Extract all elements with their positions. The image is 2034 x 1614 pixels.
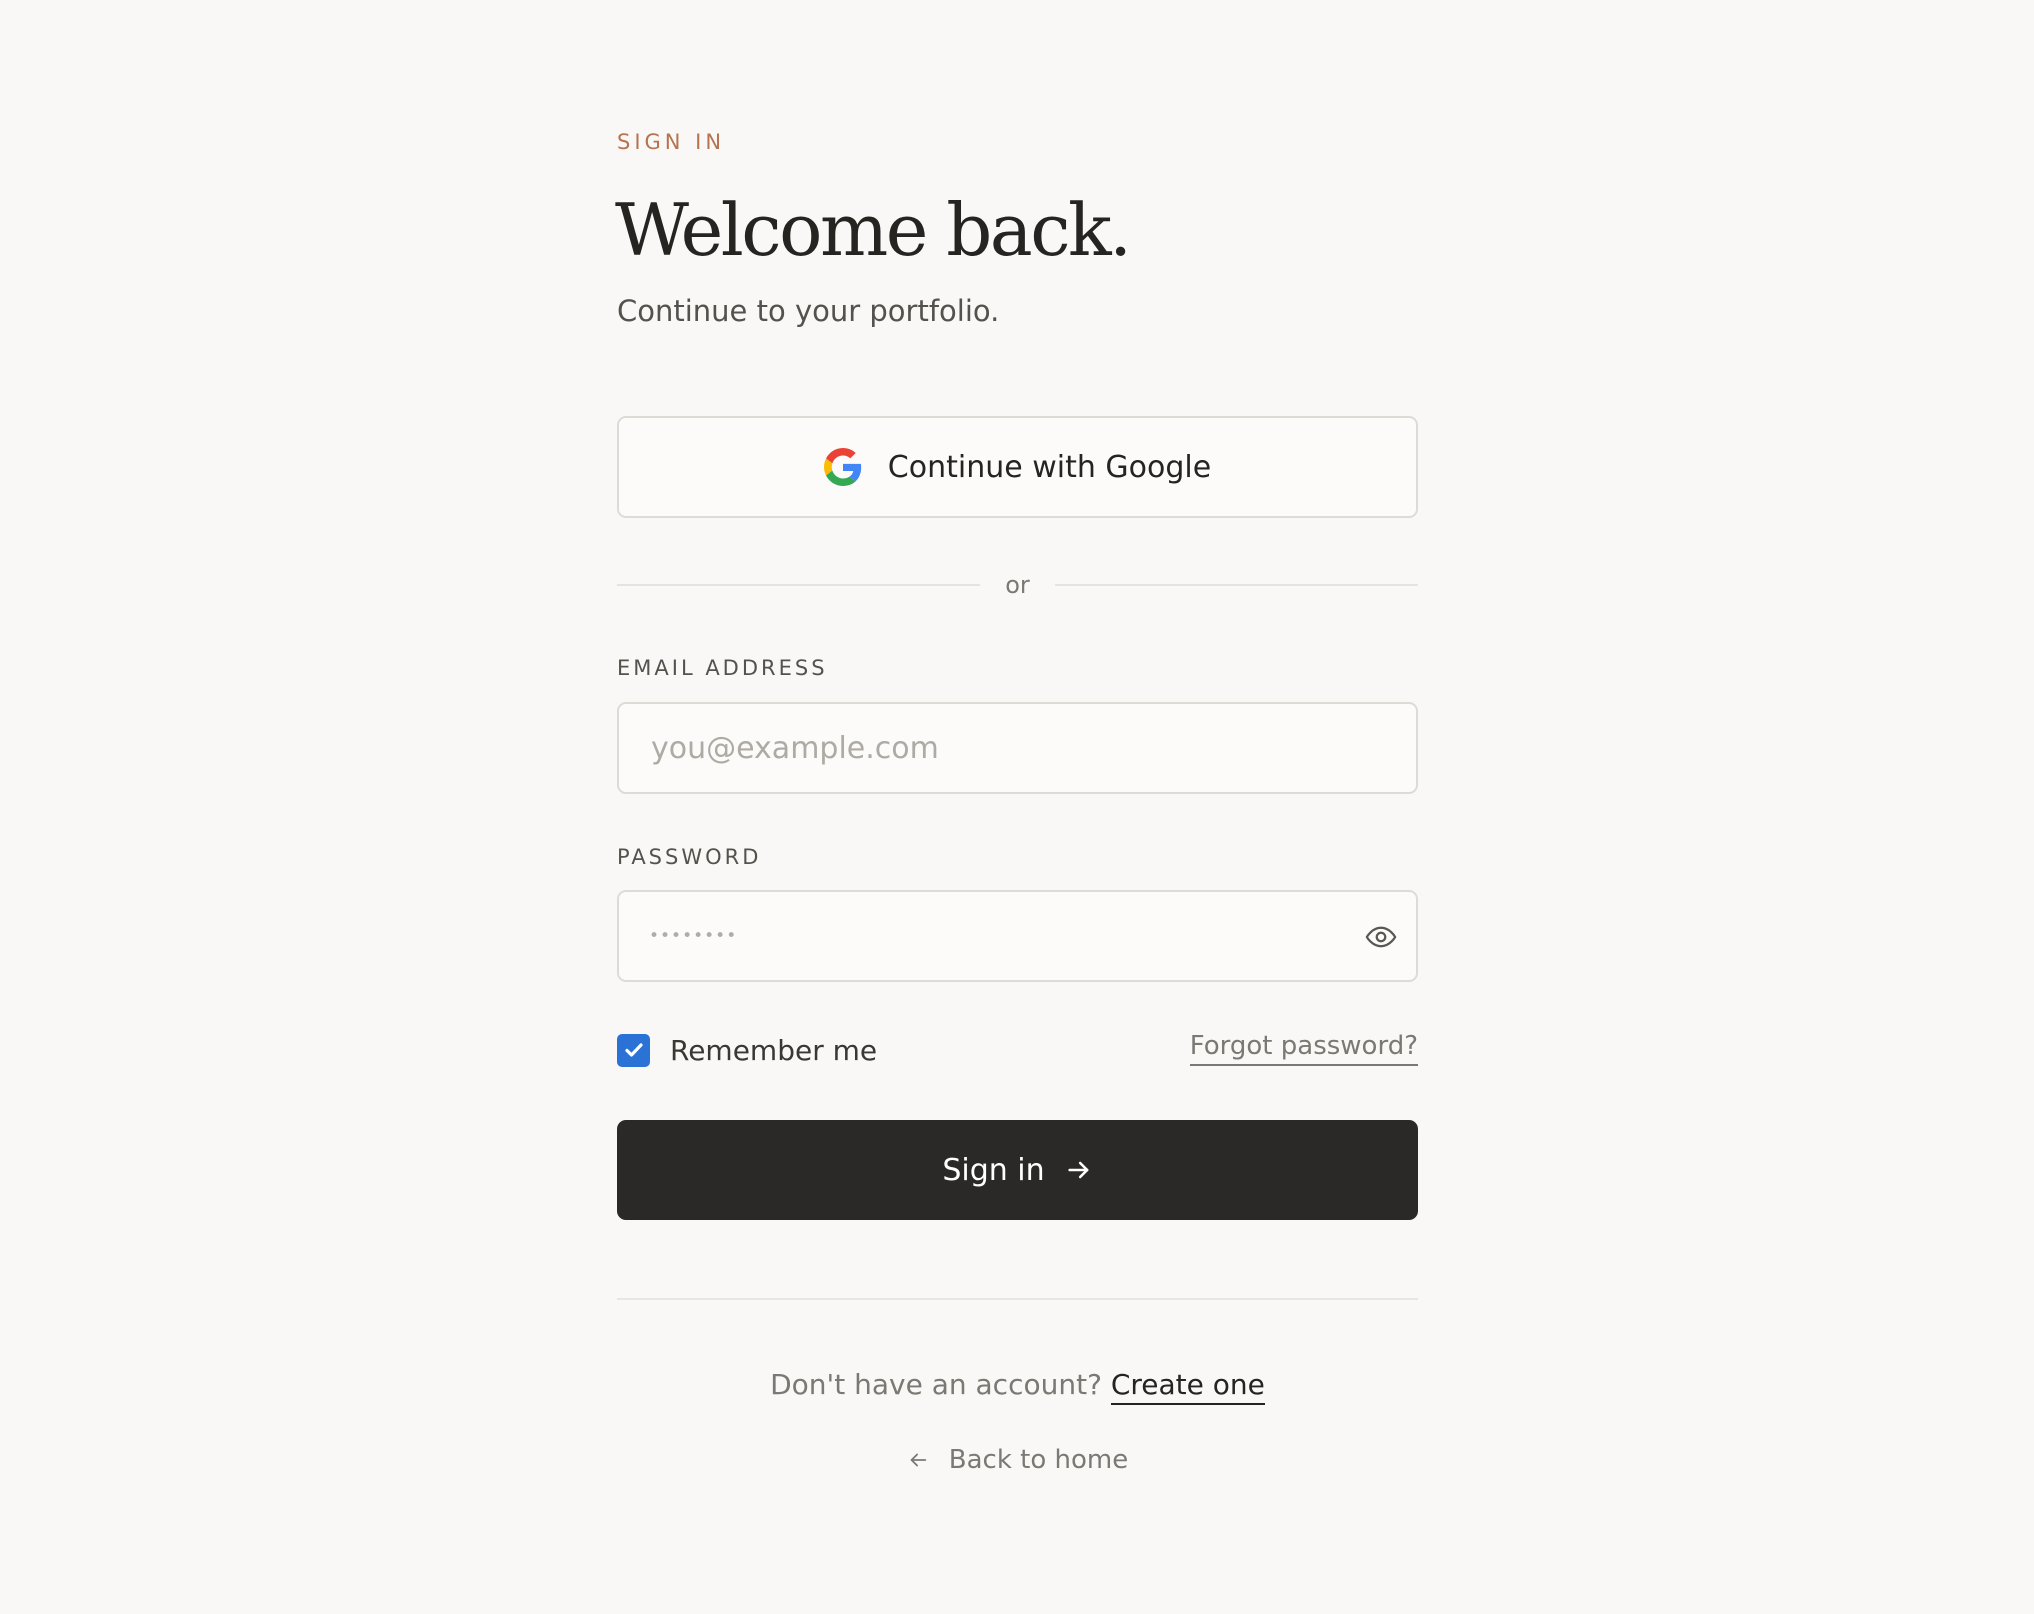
remember-me-checkbox[interactable]: Remember me (617, 1033, 877, 1067)
or-divider: or (617, 565, 1418, 605)
divider-label: or (1005, 571, 1030, 599)
eye-icon[interactable] (1364, 920, 1398, 954)
google-sign-in-button[interactable]: Continue with Google (617, 416, 1418, 518)
checkmark-icon[interactable] (617, 1033, 650, 1067)
back-to-home-link[interactable]: Back to home (617, 1445, 1418, 1475)
sign-in-page: SIGN IN Welcome back. Continue to your p… (0, 0, 2034, 1614)
page-subtitle: Continue to your portfolio. (617, 294, 1000, 328)
email-field[interactable] (617, 702, 1418, 794)
create-account-prompt-text: Don't have an account? (770, 1368, 1102, 1401)
password-masked-value: •••••••• (649, 926, 738, 946)
arrow-right-icon (1065, 1156, 1093, 1184)
google-button-label: Continue with Google (887, 449, 1212, 485)
divider-line-left (617, 584, 981, 586)
forgot-password-link[interactable]: Forgot password? (1189, 1031, 1418, 1066)
remember-me-label: Remember me (670, 1033, 878, 1067)
sign-in-button-label: Sign in (942, 1152, 1045, 1188)
divider-line-right (1054, 584, 1418, 586)
password-label: PASSWORD (617, 845, 762, 869)
sign-in-button[interactable]: Sign in (617, 1120, 1418, 1220)
page-title: Welcome back. (615, 188, 1132, 272)
google-logo-icon (823, 448, 862, 486)
arrow-left-icon (907, 1449, 929, 1471)
create-account-link[interactable]: Create one (1110, 1368, 1265, 1405)
section-eyebrow: SIGN IN (617, 130, 726, 154)
back-to-home-label: Back to home (948, 1445, 1129, 1475)
footer-separator (617, 1298, 1418, 1300)
email-label: EMAIL ADDRESS (617, 656, 828, 680)
create-account-prompt: Don't have an account? Create one (617, 1368, 1418, 1405)
